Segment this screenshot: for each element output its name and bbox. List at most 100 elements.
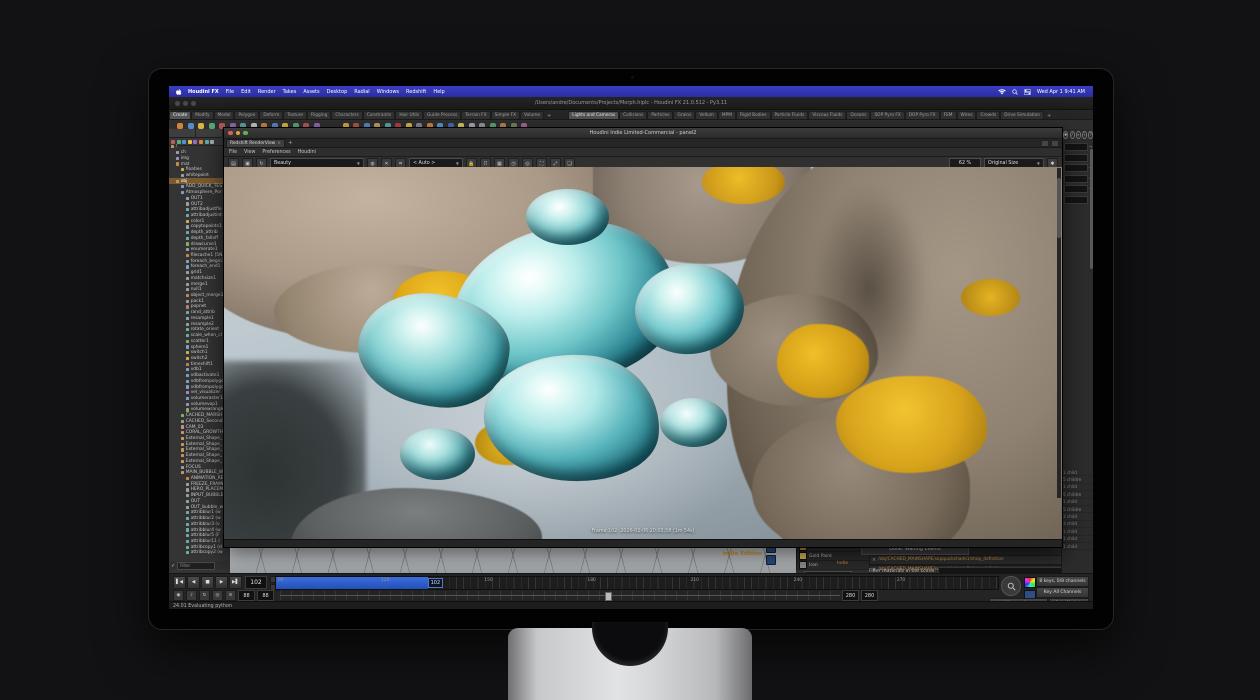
tree-tool-icon[interactable]: [177, 140, 181, 144]
range-slider[interactable]: [280, 591, 840, 600]
stop-button[interactable]: ■: [201, 576, 214, 589]
shelf-tab[interactable]: Terrain FX: [461, 111, 490, 119]
children-count-row[interactable]: 1 child: [1063, 543, 1093, 550]
children-count-row[interactable]: 1 child: [1063, 469, 1093, 476]
pane-icon[interactable]: [1051, 140, 1059, 147]
tab-close-icon[interactable]: ×: [277, 141, 281, 146]
current-frame-marker[interactable]: 102: [428, 578, 444, 588]
add-tab-button[interactable]: +: [288, 140, 293, 146]
tree-node-row[interactable]: attribcopy2 (w: [169, 550, 230, 556]
shelf-tab[interactable]: DOP Pyro FX: [905, 111, 940, 119]
filter-check-icon[interactable]: ✓: [171, 563, 175, 569]
shelf-tab[interactable]: Particles: [647, 111, 673, 119]
rendered-image[interactable]: Frame 102: 2026-02-06 20:03:58 (1m 54s): [224, 167, 1062, 540]
shelf-tool-icon[interactable]: [198, 123, 204, 129]
go-end-button[interactable]: ▶▌: [229, 576, 242, 589]
tree-tool-icon[interactable]: [199, 140, 203, 144]
range-end-field[interactable]: 280: [861, 590, 878, 601]
material-row[interactable]: Gold Paint: [797, 552, 869, 561]
shelf-tab[interactable]: Model: [214, 111, 235, 119]
children-count-row[interactable]: 1 child: [1063, 484, 1093, 491]
shelf-tab[interactable]: Create: [169, 111, 191, 119]
renderview-menu-item[interactable]: View: [244, 150, 255, 155]
children-count-row[interactable]: 5 childre: [1063, 476, 1093, 483]
shelf-tab[interactable]: Oceans: [846, 111, 870, 119]
tree-tool-icon[interactable]: [171, 140, 175, 144]
info-icon[interactable]: i: [1082, 131, 1087, 139]
shelf-tab[interactable]: Hair Utils: [395, 111, 423, 119]
gear-icon[interactable]: ✱: [1063, 131, 1068, 139]
help-icon[interactable]: ?: [1088, 131, 1093, 139]
tab-redshift-renderview[interactable]: Redshift RenderView ×: [226, 139, 285, 147]
shelf-tab[interactable]: Texture: [283, 111, 307, 119]
scrollbar[interactable]: [1090, 149, 1093, 269]
tree-tool-icon[interactable]: [188, 140, 192, 144]
renderview-menu-item[interactable]: Preferences: [262, 150, 290, 155]
pencil-icon[interactable]: /: [1070, 131, 1075, 139]
menu-bar-clock[interactable]: Wed Apr 1 9:41 AM: [1037, 89, 1085, 95]
menu-item[interactable]: Render: [258, 89, 276, 95]
shelf-tab[interactable]: Rigging: [307, 111, 331, 119]
tree-tool-icon[interactable]: [210, 140, 214, 144]
tree-tool-icon[interactable]: [205, 140, 209, 144]
shelf-tab[interactable]: Vellum: [695, 111, 718, 119]
menu-item[interactable]: Assets: [303, 89, 319, 95]
keys-channels-button[interactable]: 8 keys, 0/8 channels: [1036, 576, 1089, 587]
key-all-channels-button[interactable]: Key All Channels: [1036, 587, 1089, 598]
menu-item[interactable]: Redshift: [406, 89, 426, 95]
magnifier-button[interactable]: [1001, 576, 1021, 596]
menu-item[interactable]: Edit: [241, 89, 251, 95]
shelf-tab[interactable]: Viscous Fluids: [808, 111, 846, 119]
renderview-titlebar[interactable]: Houdini Indie Limited-Commercial - panel…: [224, 128, 1062, 139]
menu-item[interactable]: Help: [433, 89, 444, 95]
color-wheel-icon[interactable]: [1024, 577, 1036, 588]
shelf-tool-icon[interactable]: [177, 123, 183, 129]
shelf-tab[interactable]: Lights and Cameras: [568, 111, 619, 119]
loop-icon[interactable]: ↻: [199, 590, 210, 601]
search-icon[interactable]: [1012, 89, 1018, 95]
children-count-row[interactable]: 5 childre: [1063, 506, 1093, 513]
shelf-tab[interactable]: Polygon: [234, 111, 259, 119]
playback-start-field[interactable]: 88: [257, 590, 274, 601]
parameter-field[interactable]: ⊸: [1064, 143, 1088, 151]
children-count-row[interactable]: 3 child: [1063, 513, 1093, 520]
control-center-icon[interactable]: [1024, 89, 1031, 95]
children-count-row[interactable]: 1 child: [1063, 536, 1093, 543]
shelf-tab[interactable]: Simple FX: [491, 111, 520, 119]
shelf-tab[interactable]: Collisions: [619, 111, 647, 119]
renderview-menu-item[interactable]: Houdini: [298, 150, 316, 155]
pane-icon[interactable]: [1041, 140, 1049, 147]
viewport-button[interactable]: [766, 555, 776, 565]
main-window-titlebar[interactable]: /Users/andre/Documents/Projects/Morph.hi…: [169, 97, 1093, 110]
playback-end-field[interactable]: 280: [842, 590, 859, 601]
play-forward-button[interactable]: ▶: [215, 576, 228, 589]
shelf-add-tab-button-2[interactable]: +: [1044, 113, 1054, 119]
timeline-ruler[interactable]: 90120150180210240270 102: [275, 576, 999, 590]
shelf-tab[interactable]: SOP Pyro FX: [870, 111, 904, 119]
shader-path-row[interactable]: × /obj/CACHED_MAINSHAPE/sopquickshade1/s…: [869, 555, 1064, 565]
apple-logo-icon[interactable]: [176, 89, 182, 95]
zoom-icon[interactable]: ⌕: [1076, 131, 1081, 139]
shelf-tab[interactable]: Modify: [191, 111, 213, 119]
shelf-tab[interactable]: Deform: [259, 111, 283, 119]
parameter-field[interactable]: ⊸: [1064, 185, 1088, 193]
children-count-row[interactable]: 1 child: [1063, 499, 1093, 506]
children-count-row[interactable]: 3 child: [1063, 521, 1093, 528]
parameter-field[interactable]: ⊸: [1064, 164, 1088, 172]
parameter-field[interactable]: [1064, 196, 1088, 204]
parameter-field[interactable]: ⊸: [1064, 175, 1088, 183]
tree-tool-icon[interactable]: [182, 140, 186, 144]
shelf-tab[interactable]: Characters: [331, 111, 362, 119]
flipbook-icon[interactable]: ◉: [173, 590, 184, 601]
tree-tool-icon[interactable]: [193, 140, 197, 144]
shelf-tab[interactable]: Particle Fluids: [771, 111, 809, 119]
menu-item[interactable]: Desktop: [327, 89, 348, 95]
current-frame-field[interactable]: 102: [245, 576, 267, 589]
shelf-tool-icon[interactable]: [188, 123, 194, 129]
shelf-tab[interactable]: Wires: [957, 111, 977, 119]
shelf-tab[interactable]: Drive Simulation: [1000, 111, 1044, 119]
remove-icon[interactable]: ×: [872, 557, 876, 563]
realtime-icon[interactable]: ◎: [212, 590, 223, 601]
menu-item[interactable]: Windows: [377, 89, 399, 95]
shelf-tab[interactable]: FEM: [940, 111, 957, 119]
